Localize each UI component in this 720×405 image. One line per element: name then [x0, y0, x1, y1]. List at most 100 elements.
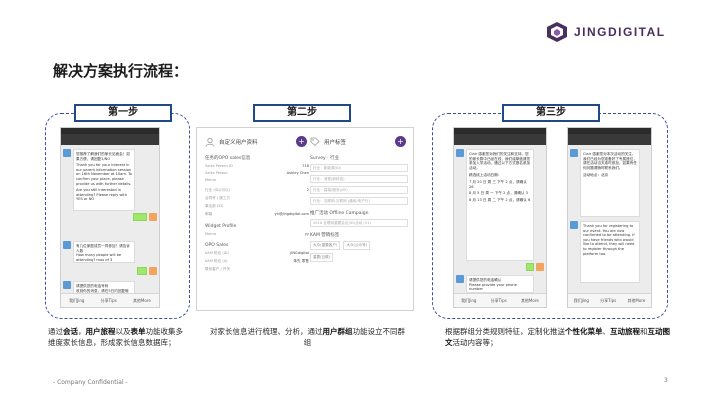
section-title: Widget Profile [205, 224, 237, 229]
menu-item[interactable]: 我们Jing [461, 298, 476, 304]
field-row: 合同号 / 施工方 [205, 196, 231, 200]
custom-profile-header: 自定义用户资料 + [205, 134, 309, 150]
menu-item[interactable]: 分享Tips [101, 298, 117, 304]
message-text: 精选线上活动日期： [469, 173, 502, 178]
avatar [536, 263, 544, 271]
page-number: 3 [664, 377, 668, 384]
step2-caption: 对家长信息进行梳理、分析，通过用户群组功能设立不同群组 [210, 327, 405, 347]
tag-chips: 大众(重要客户) 大众(公众号) [310, 241, 408, 250]
wechat-menu-bar: 我们Jing 分享Tips 其他More [454, 293, 546, 307]
message-text: Thank you for your interest in our paren… [76, 163, 132, 186]
message-text: 8 月 13 日 周 二 下午 2 点，请确认 6 [469, 197, 531, 202]
phone-screenshot-2: Clair 感谢您对我们的关注和支持。您的家长群中已经在线，我们诚挚邀请您参加入… [453, 127, 547, 308]
chat-nav-bar [61, 134, 159, 145]
company-logo: JINGDIGITAL [546, 21, 666, 43]
step1-label: 第一步 [74, 104, 172, 122]
field-row: Sales Person ID 718 [205, 164, 309, 168]
custom-profile-column: 自定义用户资料 + 任务的OPO sales信息 Sales Person ID… [205, 134, 309, 272]
field-row: Memo [205, 178, 217, 182]
user-tags-title: 用户标签 [324, 140, 347, 146]
section-title: OPO Sales [205, 243, 229, 248]
menu-item[interactable]: 其他More [521, 298, 539, 304]
avatar [456, 149, 464, 157]
tag-row[interactable]: 行业：互联网-互联网 (通用/电子行) [310, 197, 408, 205]
phone-screenshot-1: 您推荐了解我们的家长见面会！如果方便，请回复1/NO Thank you for… [60, 127, 160, 308]
message-text: 活动地点：北京 [583, 173, 609, 178]
field-row: Memo yy [205, 232, 309, 236]
message-bubble [133, 213, 147, 221]
tag-row[interactable]: 行业：高端(服务)(ID) [310, 186, 408, 194]
message-bubble [526, 263, 534, 271]
user-tags-header: 用户标签 + [310, 134, 408, 150]
tag-chip[interactable]: 重要(互联) [310, 253, 334, 262]
message-bubble: Clair 感谢您对我们的关注和支持。您的家长群中已经在线，我们诚挚邀请您参加入… [466, 149, 534, 261]
chat-nav-bar [454, 134, 546, 145]
logo-text: JINGDIGITAL [574, 25, 666, 39]
message-bubble: Clair 感谢您对本次活动的关注，我们已经为您准备好了专属座位，请在活动当天准… [580, 149, 640, 217]
section-title: KAM 营销标签 [310, 233, 340, 238]
chat-nav-bar [568, 134, 651, 145]
menu-item[interactable]: 分享Tips [600, 298, 616, 304]
tag-chip[interactable]: 大众(重要客户) [310, 241, 341, 250]
logo-mark-icon [547, 22, 567, 42]
wechat-menu-bar: 我们Jing 分享Tips 其他More [568, 293, 651, 307]
message-text: 8 月 5 日 周 一 下午 2 点，请确认 3 [469, 191, 528, 196]
menu-item[interactable]: 分享Tips [491, 298, 507, 304]
step2-label: 第二步 [253, 104, 351, 122]
custom-profile-title: 自定义用户资料 [219, 140, 258, 146]
field-row: 联系客户 / 开关 [205, 267, 231, 271]
field-row: Sales Person Ashley Chen [205, 171, 309, 175]
avatar [570, 221, 578, 229]
user-profile-panel: 自定义用户资料 + 任务的OPO sales信息 Sales Person ID… [196, 127, 414, 311]
message-text: 您推荐了解我们的家长见面会！如果方便，请回复1/NO [76, 152, 130, 161]
message-text: 7 月 20 日 周 三 下午 2 点，请确认 26 [469, 179, 527, 189]
message-bubble [137, 267, 147, 275]
field-row: KAM 粉丝 (A) 朱先 零售 [205, 259, 309, 263]
add-icon[interactable]: + [395, 136, 406, 147]
tag-chip[interactable]: 大众(公众号) [343, 241, 371, 250]
chat-body: Clair 感谢您对本次活动的关注，我们已经为您准备好了专属座位，请在活动当天准… [568, 145, 651, 293]
wechat-menu-bar: 我们Jing 分享Tips 其他More [61, 293, 159, 307]
message-text: Please provide your phone number [469, 282, 517, 292]
step1-caption: 通过会话，用户旅程以及表单功能收集多维度家长信息，形成家长信息数据库； [48, 327, 183, 347]
step3-label: 第三步 [502, 104, 600, 122]
section-title: 任务的OPO sales信息 [205, 156, 251, 161]
message-text: Thank you for registering to our event. … [583, 224, 635, 256]
message-bubble: 您推荐了解我们的家长见面会！如果方便，请回复1/NO Thank you for… [73, 149, 135, 211]
user-tags-column: 用户标签 + Survey · 行业 行业：新能源(ID) 行业：消费(新科技)… [310, 134, 408, 262]
step3-caption: 根据群组分类规则特征，定制化推送个性化菜单、互动旅程和互动图文活动内容等； [445, 327, 670, 347]
message-bubble: 请提供您的电话确认 Please provide your phone numb… [466, 275, 534, 293]
tag-row[interactable]: 2018 互联网重要会议(ID)活动 (31) [310, 219, 408, 227]
chat-body: Clair 感谢您对我们的关注和支持。您的家长群中已经在线，我们诚挚邀请您参加入… [454, 145, 546, 305]
section-title: Survey · 行业 [310, 156, 339, 161]
menu-item[interactable]: 其他More [627, 298, 645, 304]
tag-row[interactable]: 行业：消费(新科技) [310, 175, 408, 183]
phone-screenshot-3: Clair 感谢您对本次活动的关注，我们已经为您准备好了专属座位，请在活动当天准… [567, 127, 652, 308]
avatar [63, 281, 71, 289]
message-bubble: 有几位家庭成员一同参加？请告诉人数 How many people will b… [73, 241, 135, 263]
tag-row[interactable]: 行业：新能源(ID) [310, 164, 408, 172]
field-row: 行业 (ID)(可以) 2 [205, 188, 309, 192]
message-text: Clair 感谢您对我们的关注和支持。您的家长群中已经在线，我们诚挚邀请您参加入… [469, 152, 531, 170]
message-bubble: Thank you for registering to our event. … [580, 221, 640, 283]
avatar [570, 149, 578, 157]
avatar [63, 149, 71, 157]
user-icon [205, 137, 215, 147]
add-icon[interactable]: + [296, 136, 307, 147]
field-row: KAM 粉丝 (ID) JINGdigital [205, 251, 309, 255]
message-text: How many people will be attending? max o… [76, 253, 122, 262]
section-title: 推广活动 Offline Campaign [310, 211, 369, 216]
message-text: Are you still interested in attending? P… [76, 188, 127, 202]
menu-item[interactable]: 其他More [133, 298, 151, 304]
tag-icon [310, 137, 320, 147]
menu-item[interactable]: 我们Jing [574, 298, 589, 304]
field-row: 事业部 (ID) [205, 204, 224, 208]
tag-chips: 重要(互联) [310, 253, 408, 262]
avatar [149, 213, 157, 221]
page-title: 解决方案执行流程： [53, 62, 189, 80]
field-row: 邮箱 yh@jingdigital.com [205, 212, 309, 216]
confidential-footer: - Company Confidential - [53, 379, 128, 386]
chat-body: 您推荐了解我们的家长见面会！如果方便，请回复1/NO Thank you for… [61, 145, 159, 297]
avatar [63, 241, 71, 249]
menu-item[interactable]: 我们Jing [69, 298, 84, 304]
